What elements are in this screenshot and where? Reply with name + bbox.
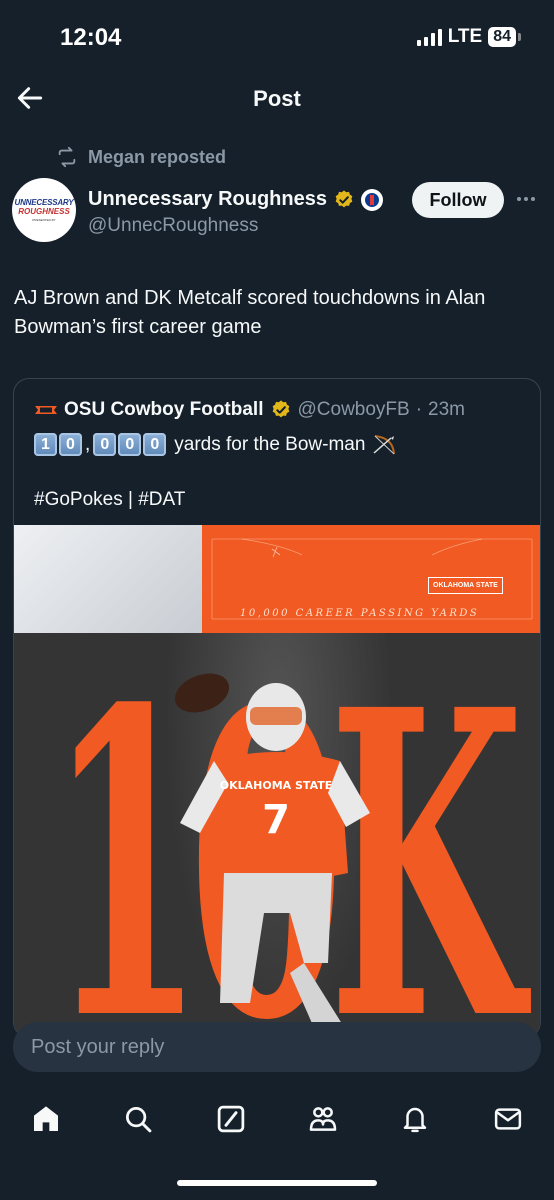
- network-label: LTE: [447, 26, 483, 47]
- messages-icon: [494, 1108, 521, 1130]
- page-title: Post: [253, 86, 301, 111]
- tab-notifications[interactable]: [399, 1103, 431, 1135]
- oklahoma-state-badge: OKLAHOMA STATE: [428, 577, 503, 594]
- author-name-row[interactable]: Unnecessary Roughness: [88, 188, 383, 211]
- tab-search[interactable]: [122, 1103, 154, 1135]
- image-panel-white: [14, 525, 202, 633]
- quoted-post[interactable]: OSU Cowboy Football @CowboyFB · 23m 1 0 …: [13, 378, 541, 1038]
- home-icon: [34, 1106, 59, 1131]
- quoted-post-header: OSU Cowboy Football @CowboyFB · 23m: [34, 399, 465, 421]
- tab-messages[interactable]: [492, 1103, 524, 1135]
- osu-logo-icon: [35, 406, 57, 414]
- avatar-line3: PRESENTED BY: [32, 218, 56, 222]
- jersey-text: OKLAHOMA STATE: [220, 779, 333, 792]
- avatar-line2: ROUGHNESS: [18, 207, 70, 216]
- author-name: Unnecessary Roughness: [88, 188, 327, 210]
- more-options-icon[interactable]: [517, 197, 535, 201]
- comma: ,: [85, 433, 91, 455]
- oklahoma-state-label: OKLAHOMA STATE: [433, 582, 498, 589]
- status-indicators: LTE 84: [416, 26, 521, 48]
- post-image[interactable]: 10,000 CAREER PASSING YARDS OKLAHOMA STA…: [14, 525, 540, 1037]
- avatar-line1: UNNECESSARY: [14, 198, 74, 207]
- affiliate-badge-icon: [360, 188, 383, 211]
- 10k-graphic: 10K 7 OKLAHOMA STATE: [48, 633, 540, 1037]
- repost-indicator[interactable]: Megan reposted: [56, 146, 226, 168]
- separator-dot: ·: [415, 399, 423, 420]
- quoted-text-body: yards for the Bow-man: [174, 433, 366, 455]
- quoted-text: 1 0 , 0 0 0 yards for the Bow-man: [34, 433, 397, 456]
- keycap-digit: 0: [59, 433, 82, 456]
- author-handle[interactable]: @UnnecRoughness: [88, 215, 258, 237]
- top-nav: Post: [0, 72, 554, 126]
- post-text: AJ Brown and DK Metcalf scored touchdown…: [14, 287, 486, 338]
- tab-home[interactable]: [30, 1103, 62, 1135]
- verified-badge-icon: [335, 189, 353, 207]
- jersey-number: 7: [262, 797, 290, 843]
- search-icon: [126, 1107, 152, 1133]
- keycap-digit: 1: [34, 433, 57, 456]
- quoted-author-handle: @CowboyFB: [297, 399, 410, 420]
- notifications-icon: [404, 1107, 427, 1133]
- quoted-hashtags[interactable]: #GoPokes | #DAT: [34, 489, 185, 511]
- signal-icon: [416, 28, 442, 46]
- keycap-digit: 0: [143, 433, 167, 456]
- verified-badge-icon: [272, 400, 289, 418]
- bottom-tab-bar: [0, 1094, 554, 1144]
- reply-input[interactable]: [13, 1022, 541, 1072]
- repost-text: Megan reposted: [88, 146, 227, 167]
- tab-communities[interactable]: [307, 1103, 339, 1135]
- quoted-author-name: OSU Cowboy Football: [64, 399, 264, 420]
- home-indicator: [177, 1180, 377, 1186]
- reply-bar[interactable]: [13, 1022, 541, 1072]
- follow-button[interactable]: Follow: [412, 182, 504, 218]
- tab-grok[interactable]: [215, 1103, 247, 1135]
- status-time: 12:04: [60, 24, 122, 51]
- communities-icon: [309, 1107, 337, 1131]
- grok-icon: [217, 1105, 245, 1133]
- battery-icon: 84: [488, 27, 521, 47]
- avatar[interactable]: UNNECESSARY ROUGHNESS PRESENTED BY: [12, 178, 76, 242]
- image-caption: 10,000 CAREER PASSING YARDS: [240, 608, 480, 619]
- keycap-digit: 0: [118, 433, 142, 456]
- keycap-digit: 0: [93, 433, 117, 456]
- status-bar: 12:04 LTE 84: [0, 0, 554, 72]
- repost-icon: [58, 146, 76, 168]
- bow-and-arrow-icon: [373, 434, 396, 454]
- quoted-timestamp: 23m: [428, 399, 466, 420]
